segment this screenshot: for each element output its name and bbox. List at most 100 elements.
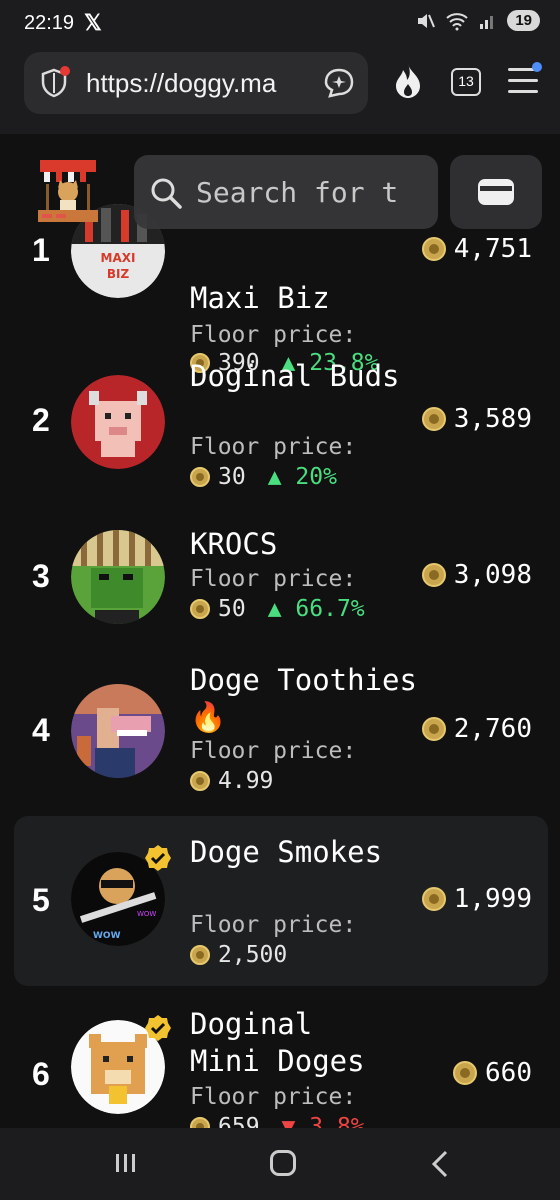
volume: 3,098 (421, 560, 532, 590)
system-nav-bar (0, 1128, 560, 1200)
volume-value: 3,098 (453, 560, 532, 590)
url-text[interactable]: https://doggy.ma (86, 68, 316, 99)
doggy-market-logo[interactable] (36, 158, 100, 224)
verified-badge-icon (145, 1015, 171, 1041)
volume: 3,589 (421, 404, 532, 434)
svg-text:WOW: WOW (93, 931, 121, 941)
price-change-value: 66.7% (295, 596, 365, 622)
collection-name-text: Doge Toothies (190, 663, 417, 697)
back-icon[interactable] (428, 1150, 452, 1178)
doge-coin-icon (190, 599, 210, 619)
search-input[interactable] (196, 173, 426, 211)
doge-coin-icon (421, 407, 446, 431)
floor-price-label: Floor price: (190, 1084, 357, 1110)
wallet-icon (478, 179, 514, 205)
alert-dot (60, 66, 70, 76)
wallet-button[interactable] (450, 155, 542, 229)
battery-indicator: 19 (507, 10, 540, 31)
doge-coin-icon (421, 563, 446, 587)
floor-price: 659 ▼ 3.8% (190, 1114, 365, 1128)
collection-name[interactable]: Maxi Biz (190, 280, 430, 317)
svg-text:MAXI: MAXI (101, 251, 136, 265)
collection-avatar[interactable] (71, 684, 165, 778)
doge-coin-icon (421, 717, 446, 741)
notification-dot (532, 62, 542, 72)
recent-apps-icon[interactable] (114, 1152, 138, 1174)
list-item[interactable]: 6 Doginal Mini Doges Floor price: 659 ▼ … (14, 1006, 548, 1128)
volume: 4,751 (421, 234, 532, 264)
rank-number: 6 (32, 1056, 50, 1092)
floor-price: 2,500 (190, 942, 287, 968)
mute-icon (418, 13, 436, 28)
verified-badge-icon (145, 845, 171, 871)
doge-coin-icon (421, 887, 446, 911)
collection-name[interactable]: Doge Toothies 🔥 (190, 662, 430, 736)
list-item[interactable]: 5 WOW WOW Doge Smokes Floor price: 2,500… (14, 816, 548, 986)
list-item[interactable]: 2 Doginal Buds Floor price: 30 ▲ 20% 3,5… (14, 354, 548, 522)
rank-number: 3 (32, 558, 50, 594)
price-change: ▲ 20% (267, 464, 337, 490)
doge-coin-icon (453, 1061, 478, 1085)
doge-coin-icon (190, 1117, 210, 1128)
assistant-icon[interactable] (322, 66, 356, 100)
volume: 2,760 (421, 714, 532, 744)
floor-price-value: 4.99 (218, 768, 274, 794)
svg-text:BIZ: BIZ (107, 267, 130, 281)
collection-avatar[interactable] (71, 530, 165, 624)
floor-price: 4.99 (190, 768, 273, 794)
price-change-value: 3.8% (309, 1114, 365, 1128)
volume-value: 660 (485, 1058, 532, 1088)
rank-number: 4 (32, 712, 50, 748)
x-app-icon: 𝕏 (84, 10, 102, 35)
collection-name[interactable]: Doge Smokes (190, 834, 430, 871)
home-icon[interactable] (270, 1150, 296, 1176)
svg-text:WOW: WOW (137, 910, 156, 918)
status-icons: 19 (415, 10, 540, 31)
flame-icon[interactable] (390, 62, 426, 100)
collection-name[interactable]: KROCS (190, 526, 430, 563)
doge-coin-icon (190, 771, 210, 791)
browser-toolbar: https://doggy.ma 13 (0, 48, 560, 134)
status-time: 22:19 (24, 12, 75, 34)
doge-coin-icon (190, 467, 210, 487)
collection-name[interactable]: Doginal Buds (190, 358, 430, 395)
floor-price: 30 ▲ 20% (190, 464, 337, 490)
signal-icon (480, 15, 494, 29)
floor-price-value: 30 (218, 464, 246, 490)
collection-avatar[interactable] (71, 375, 165, 469)
search-bar[interactable] (134, 155, 438, 229)
doge-coin-icon (190, 945, 210, 965)
tab-switcher-button[interactable]: 13 (451, 68, 481, 96)
price-change: ▲ 66.7% (267, 596, 365, 622)
fire-emoji: 🔥 (190, 700, 227, 734)
floor-price: 50 ▲ 66.7% (190, 596, 365, 622)
floor-price-value: 2,500 (218, 942, 288, 968)
menu-icon[interactable] (508, 62, 542, 94)
list-item[interactable]: 4 Doge Toothies 🔥 Floor price: 4.99 2,76… (14, 662, 548, 812)
list-item[interactable]: 3 KROCS Floor price: 50 ▲ 66.7% 3,098 (14, 526, 548, 660)
volume: 1,999 (421, 884, 532, 914)
collections-list[interactable]: 1 MAXI BIZ Maxi Biz Floor price: 390 ▲ 2… (0, 134, 560, 1128)
volume-value: 1,999 (453, 884, 532, 914)
floor-price-value: 659 (218, 1114, 260, 1128)
volume-value: 2,760 (453, 714, 532, 744)
floor-price-label: Floor price: (190, 912, 357, 938)
volume-value: 4,751 (453, 234, 532, 264)
price-change-value: 20% (295, 464, 337, 490)
wifi-icon (446, 12, 468, 30)
doge-coin-icon (421, 237, 446, 261)
address-bar[interactable]: https://doggy.ma (24, 52, 368, 114)
floor-price-label: Floor price: (190, 738, 357, 764)
floor-price-value: 50 (218, 596, 246, 622)
floor-price-label: Floor price: (190, 566, 357, 592)
collection-name[interactable]: Doginal Mini Doges (190, 1006, 390, 1080)
status-bar: 22:19 𝕏 19 (0, 0, 560, 48)
volume-value: 3,589 (453, 404, 532, 434)
rank-number: 1 (32, 232, 50, 268)
rank-number: 5 (32, 882, 50, 918)
search-icon (151, 178, 182, 209)
price-change: ▼ 3.8% (282, 1114, 365, 1128)
floor-price-label: Floor price: (190, 434, 357, 460)
volume: 660 (453, 1058, 532, 1088)
rank-number: 2 (32, 402, 50, 438)
